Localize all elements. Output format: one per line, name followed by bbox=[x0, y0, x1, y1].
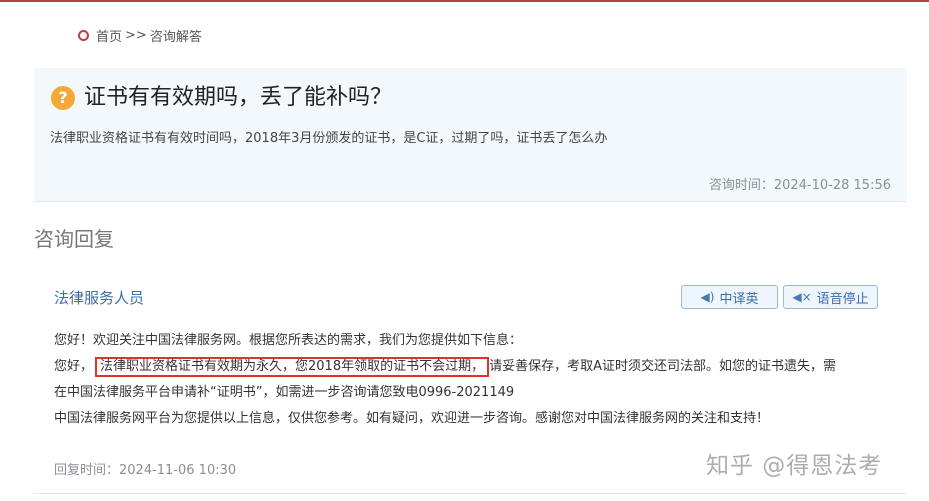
reply-section-title: 咨询回复 bbox=[34, 227, 114, 251]
question-description: 法律职业资格证书有有效时间吗，2018年3月份颁发的证书，是C证，过期了吗，证书… bbox=[50, 131, 608, 146]
reply-author: 法律服务人员 bbox=[54, 289, 145, 307]
reply-line-1: 您好！欢迎关注中国法律服务网。根据您所表达的需求，我们为您提供如下信息： bbox=[54, 333, 523, 348]
circle-dot-icon bbox=[78, 29, 89, 41]
reply-line-2-prefix: 您好， bbox=[54, 359, 94, 374]
bottom-divider bbox=[34, 493, 907, 494]
top-accent-line bbox=[0, 0, 929, 2]
breadcrumb-home-link[interactable]: 首页 bbox=[96, 26, 122, 45]
translate-button-label: 中译英 bbox=[719, 291, 759, 307]
reply-line-2: 您好， 法律职业资格证书有效期为永久，您2018年领取的证书不会过期， 请妥善保存，… bbox=[54, 354, 894, 380]
breadcrumb-separator: >> bbox=[125, 27, 147, 43]
breadcrumb: 首页 >> 咨询解答 bbox=[78, 26, 202, 45]
highlighted-answer: 法律职业资格证书有效期为永久，您2018年领取的证书不会过期， bbox=[95, 357, 490, 377]
reply-line-2-suffix: 请妥善保存，考取A证时须交还司法部。如您的证书遗失，需 bbox=[489, 359, 837, 374]
voice-stop-button-label: 语音停止 bbox=[816, 291, 869, 307]
speaker-icon: ◀) bbox=[700, 290, 715, 304]
translate-button[interactable]: ◀) 中译英 bbox=[681, 285, 778, 309]
reply-line-4: 中国法律服务网平台为您提供以上信息，仅供您参考。如有疑问，欢迎进一步咨询。感谢您… bbox=[54, 411, 770, 426]
voice-stop-button[interactable]: ◀× 语音停止 bbox=[783, 285, 878, 309]
question-time: 咨询时间：2024-10-28 15:56 bbox=[708, 178, 891, 193]
question-mark-icon: ? bbox=[51, 86, 75, 110]
reply-line-3: 在中国法律服务平台申请补“证明书”，如需进一步咨询请您致电0996-202114… bbox=[54, 385, 515, 400]
speaker-mute-icon: ◀× bbox=[792, 290, 812, 304]
question-title: 证书有有效期吗，丢了能补吗？ bbox=[84, 85, 393, 110]
reply-body: 您好！欢迎关注中国法律服务网。根据您所表达的需求，我们为您提供如下信息： 您好，… bbox=[54, 328, 894, 432]
breadcrumb-current[interactable]: 咨询解答 bbox=[150, 26, 202, 45]
watermark: 知乎 @得恩法考 bbox=[706, 453, 883, 479]
question-panel: ? 证书有有效期吗，丢了能补吗？ 法律职业资格证书有有效时间吗，2018年3月份… bbox=[34, 68, 907, 202]
reply-time: 回复时间：2024-11-06 10:30 bbox=[54, 463, 237, 478]
